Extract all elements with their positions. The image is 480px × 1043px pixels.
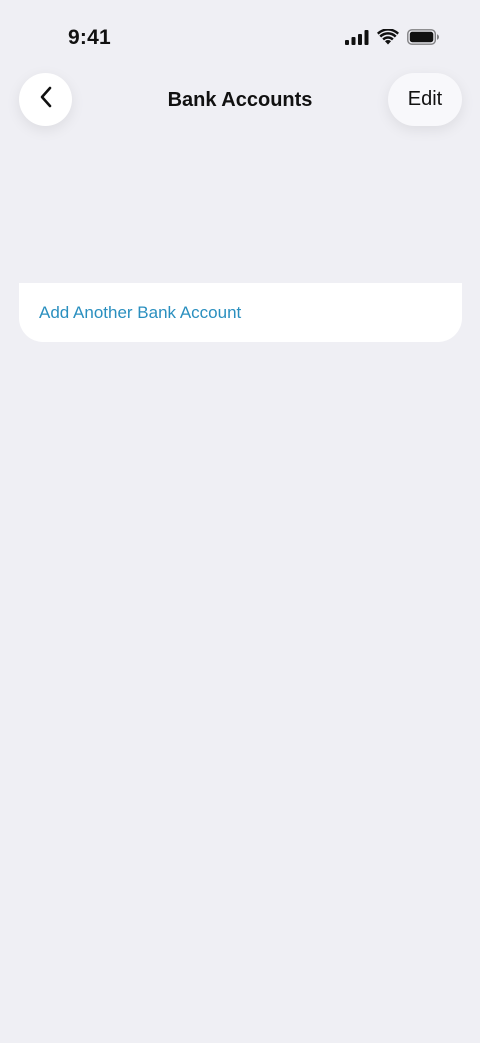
bank-accounts-card: Add Another Bank Account — [19, 283, 462, 342]
battery-icon — [407, 29, 440, 50]
edit-button[interactable]: Edit — [388, 73, 462, 126]
add-bank-account-link[interactable]: Add Another Bank Account — [39, 303, 241, 323]
status-bar: 9:41 — [0, 0, 480, 70]
status-icons — [345, 28, 440, 50]
cellular-signal-icon — [345, 29, 369, 50]
wifi-icon — [377, 28, 399, 50]
navigation-bar: Bank Accounts Edit — [0, 73, 480, 128]
status-time: 9:41 — [68, 26, 111, 49]
